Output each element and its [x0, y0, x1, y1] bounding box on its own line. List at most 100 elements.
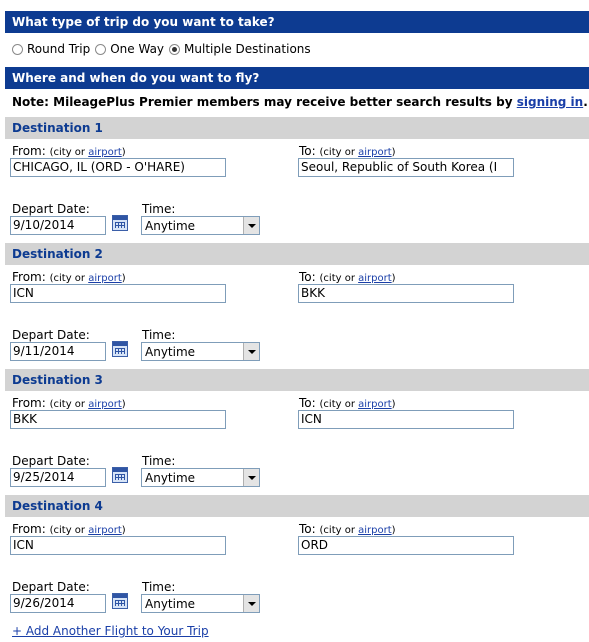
- from-airport-link[interactable]: airport: [88, 525, 122, 536]
- time-select[interactable]: Anytime: [141, 342, 260, 361]
- chevron-down-icon[interactable]: [243, 469, 259, 486]
- from-sublabel: (city or airport): [50, 147, 126, 158]
- time-select[interactable]: Anytime: [141, 216, 260, 235]
- to-airport-link[interactable]: airport: [358, 147, 392, 158]
- to-sub-close: ): [391, 147, 396, 158]
- to-sublabel: (city or airport): [320, 273, 396, 284]
- to-label: To: (city or airport): [299, 144, 396, 158]
- to-airport-link[interactable]: airport: [358, 399, 392, 410]
- multiple-destinations-option[interactable]: Multiple Destinations: [169, 42, 311, 56]
- from-sub-open: (city or: [49, 399, 89, 410]
- to-label-text: To:: [299, 522, 316, 536]
- from-sub-open: (city or: [49, 525, 89, 536]
- to-input[interactable]: Seoul, Republic of South Korea (I: [298, 158, 514, 177]
- to-sublabel: (city or airport): [320, 147, 396, 158]
- depart-date-input[interactable]: 9/25/2014: [10, 468, 106, 487]
- depart-date-label: Depart Date:: [12, 202, 90, 216]
- chevron-down-icon[interactable]: [243, 343, 259, 360]
- to-label-text: To:: [299, 144, 316, 158]
- to-sublabel: (city or airport): [320, 399, 396, 410]
- depart-date-label: Depart Date:: [12, 328, 90, 342]
- one-way-radio[interactable]: [95, 43, 107, 55]
- depart-date-label: Depart Date:: [12, 580, 90, 594]
- time-select[interactable]: Anytime: [141, 594, 260, 613]
- destination-header: Destination 3: [5, 369, 589, 391]
- from-airport-link[interactable]: airport: [88, 273, 122, 284]
- to-sub-close: ): [391, 525, 396, 536]
- depart-date-input[interactable]: 9/11/2014: [10, 342, 106, 361]
- to-sub-open: (city or: [319, 147, 359, 158]
- from-sub-close: ): [121, 147, 126, 158]
- to-input[interactable]: BKK: [298, 284, 514, 303]
- to-label: To: (city or airport): [299, 522, 396, 536]
- to-sub-close: ): [391, 273, 396, 284]
- to-label: To: (city or airport): [299, 270, 396, 284]
- from-airport-link[interactable]: airport: [88, 399, 122, 410]
- depart-date-label: Depart Date:: [12, 454, 90, 468]
- from-sublabel: (city or airport): [50, 399, 126, 410]
- from-sub-close: ): [121, 525, 126, 536]
- to-sublabel: (city or airport): [320, 525, 396, 536]
- from-label-text: From:: [12, 144, 46, 158]
- multiple-destinations-label[interactable]: Multiple Destinations: [184, 42, 311, 56]
- where-when-heading: Where and when do you want to fly?: [5, 67, 589, 89]
- one-way-option[interactable]: One Way: [95, 42, 164, 56]
- time-label: Time:: [142, 202, 176, 216]
- destination-header: Destination 4: [5, 495, 589, 517]
- time-select-value: Anytime: [145, 219, 196, 233]
- from-label-text: From:: [12, 396, 46, 410]
- signing-in-link[interactable]: signing in: [517, 95, 583, 109]
- from-input[interactable]: BKK: [10, 410, 226, 429]
- from-input[interactable]: ICN: [10, 284, 226, 303]
- round-trip-radio[interactable]: [12, 43, 23, 55]
- destination-header: Destination 2: [5, 243, 589, 265]
- note-suffix: .: [583, 95, 588, 109]
- premier-note: Note: MileagePlus Premier members may re…: [12, 95, 588, 109]
- depart-date-input[interactable]: 9/26/2014: [10, 594, 106, 613]
- multiple-destinations-radio[interactable]: [169, 43, 181, 55]
- round-trip-label[interactable]: Round Trip: [27, 42, 90, 56]
- to-label-text: To:: [299, 270, 316, 284]
- time-select[interactable]: Anytime: [141, 468, 260, 487]
- round-trip-option[interactable]: Round Trip: [12, 42, 90, 56]
- time-select-value: Anytime: [145, 597, 196, 611]
- add-flight-link[interactable]: + Add Another Flight to Your Trip: [12, 624, 209, 638]
- one-way-label[interactable]: One Way: [110, 42, 164, 56]
- to-input[interactable]: ICN: [298, 410, 514, 429]
- calendar-icon[interactable]: [112, 341, 128, 357]
- calendar-icon[interactable]: [112, 215, 128, 231]
- to-sub-open: (city or: [319, 525, 359, 536]
- from-sublabel: (city or airport): [50, 273, 126, 284]
- to-airport-link[interactable]: airport: [358, 273, 392, 284]
- from-input[interactable]: CHICAGO, IL (ORD - O'HARE): [10, 158, 226, 177]
- chevron-down-icon[interactable]: [243, 217, 259, 234]
- from-label-text: From:: [12, 522, 46, 536]
- from-input[interactable]: ICN: [10, 536, 226, 555]
- calendar-icon[interactable]: [112, 593, 128, 609]
- time-label: Time:: [142, 454, 176, 468]
- chevron-down-icon[interactable]: [243, 595, 259, 612]
- note-text: Note: MileagePlus Premier members may re…: [12, 95, 517, 109]
- from-sub-open: (city or: [49, 147, 89, 158]
- to-label: To: (city or airport): [299, 396, 396, 410]
- to-airport-link[interactable]: airport: [358, 525, 392, 536]
- to-input[interactable]: ORD: [298, 536, 514, 555]
- from-label: From: (city or airport): [12, 270, 126, 284]
- from-sub-close: ): [121, 273, 126, 284]
- from-label-text: From:: [12, 270, 46, 284]
- from-airport-link[interactable]: airport: [88, 147, 122, 158]
- to-sub-open: (city or: [319, 399, 359, 410]
- time-select-value: Anytime: [145, 471, 196, 485]
- to-sub-open: (city or: [319, 273, 359, 284]
- to-label-text: To:: [299, 396, 316, 410]
- from-sub-open: (city or: [49, 273, 89, 284]
- time-label: Time:: [142, 580, 176, 594]
- calendar-icon[interactable]: [112, 467, 128, 483]
- from-sub-close: ): [121, 399, 126, 410]
- trip-type-options: Round Trip One Way Multiple Destinations: [12, 42, 316, 56]
- depart-date-input[interactable]: 9/10/2014: [10, 216, 106, 235]
- from-sublabel: (city or airport): [50, 525, 126, 536]
- from-label: From: (city or airport): [12, 396, 126, 410]
- time-label: Time:: [142, 328, 176, 342]
- time-select-value: Anytime: [145, 345, 196, 359]
